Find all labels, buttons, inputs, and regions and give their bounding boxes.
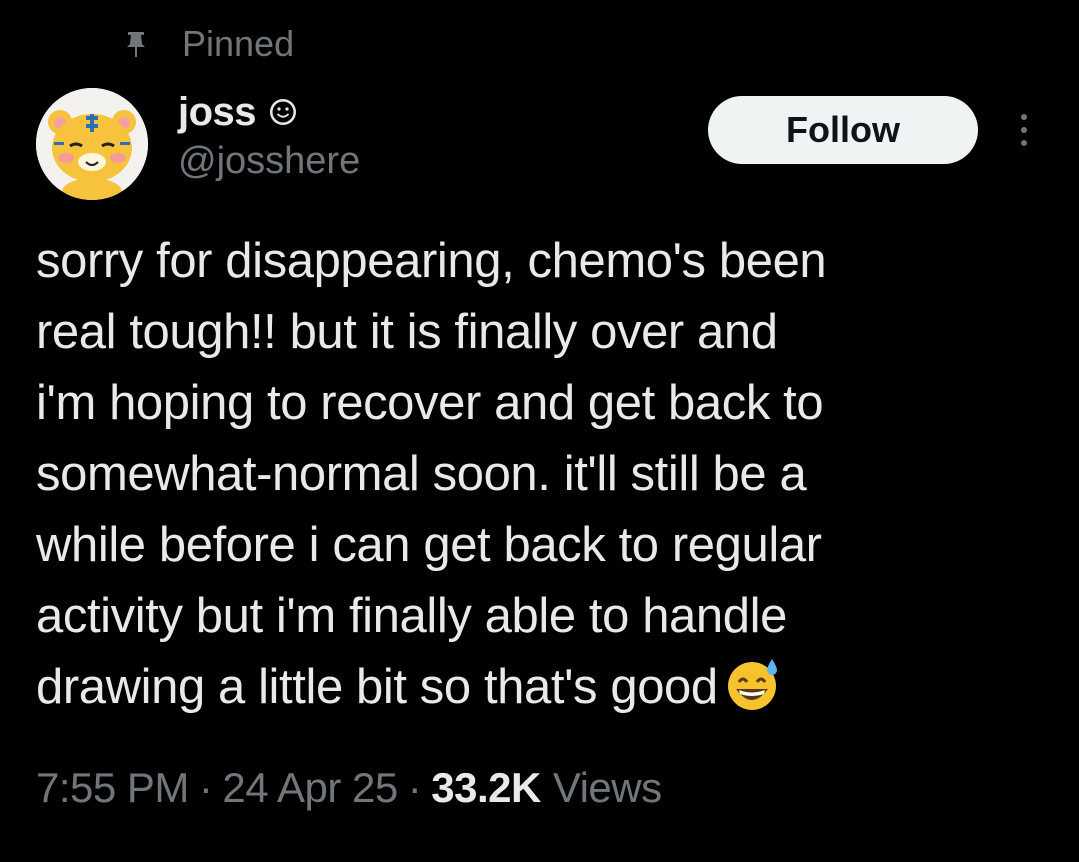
smile-icon [268,97,298,127]
views-label: Views [552,764,662,811]
tweet-text: sorry for disappearing, chemo's been rea… [36,234,827,714]
display-name[interactable]: joss [178,90,257,135]
more-options-icon[interactable] [1006,106,1042,154]
tiger-avatar [36,88,148,200]
grinning-face-with-sweat-emoji [724,655,782,713]
pinned-label: Pinned [182,23,295,64]
tweet-date[interactable]: 24 Apr 25 [222,764,398,812]
views-count: 33.2K [431,764,541,811]
tweet-meta: 7:55 PM · 24 Apr 25 · 33.2K Views [36,764,662,812]
tweet-body: sorry for disappearing, chemo's been rea… [36,226,1026,723]
user-handle[interactable]: @josshere [178,140,360,183]
follow-button[interactable]: Follow [708,96,978,164]
author-info: joss @josshere [178,84,360,183]
separator: · [407,764,422,811]
pinned-indicator: Pinned [120,22,294,66]
tweet-time[interactable]: 7:55 PM [36,764,189,812]
pin-icon [120,28,152,60]
separator: · [198,764,213,811]
avatar[interactable] [36,88,148,200]
tweet-card: Pinned joss @josshere Follow sorry for d… [0,0,1079,862]
